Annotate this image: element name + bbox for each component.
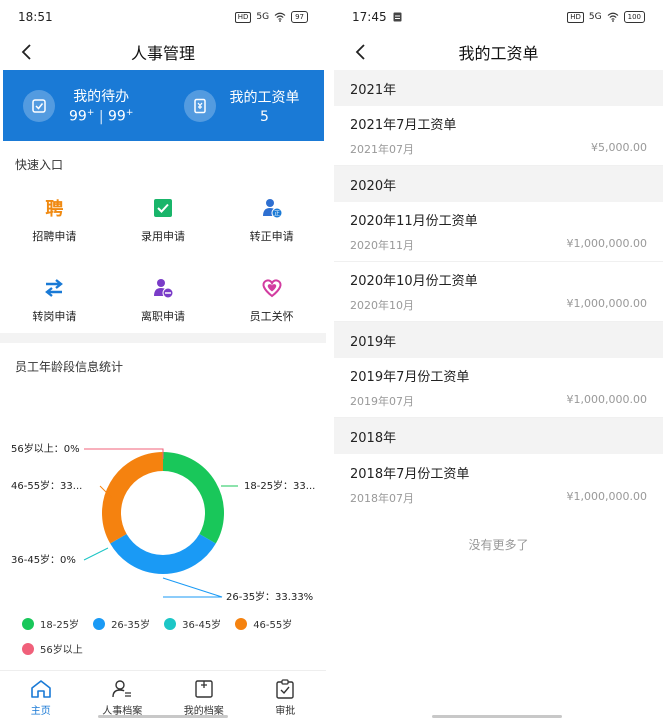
- page-title: 人事管理: [130, 44, 195, 63]
- chevron-left-icon: [21, 44, 31, 60]
- signal-icon: 5G: [256, 12, 270, 22]
- my-payslip-button[interactable]: 我的工资单 5: [164, 87, 325, 125]
- wifi-icon: [607, 12, 618, 22]
- legend-label: 26-35岁: [111, 620, 151, 631]
- legend-label: 56岁以上: [40, 645, 83, 656]
- home-indicator: [432, 715, 562, 718]
- age-donut-chart: 18-25岁：33... 26-35岁：33.33% 36-45岁：0% 46-55岁…: [11, 442, 315, 603]
- summary-banner: 我的待办 99+ | 99+ 我的工资单 5: [3, 70, 324, 141]
- transfer-arrows-icon: [42, 276, 66, 300]
- signal-icon: 5G: [588, 12, 602, 22]
- year-header: 2020年: [334, 166, 663, 202]
- slice-data-label: 36-45岁：0%: [11, 553, 76, 566]
- payslip-item[interactable]: 2020年10月份工资单 2020年10月 ¥1,000,000.00: [334, 262, 663, 322]
- my-file-icon: [195, 679, 213, 698]
- legend-swatch: [22, 642, 34, 655]
- approval-icon: [276, 678, 294, 699]
- donut-slice-4: [102, 452, 164, 544]
- back-button[interactable]: [14, 40, 38, 64]
- legend-item[interactable]: 18-25岁: [22, 616, 79, 631]
- battery-icon: 97: [291, 11, 308, 23]
- legend-swatch: [93, 617, 106, 630]
- slice-data-label: 26-35岁：33.33%: [226, 590, 313, 603]
- payslip-count: 5: [260, 108, 269, 125]
- regularize-user-icon: 正: [260, 196, 284, 220]
- home-icon: [30, 679, 51, 698]
- regularize-apply-button[interactable]: 正 转正申请: [217, 196, 326, 244]
- year-header: 2019年: [334, 322, 663, 358]
- tab-home[interactable]: 主页: [0, 671, 82, 724]
- status-time: 17:45: [352, 10, 387, 24]
- payslip-list: 2021年 2021年7月工资单 2021年07月 ¥5,000.00 2020年…: [334, 70, 663, 514]
- payslip-item[interactable]: 2021年7月工资单 2021年07月 ¥5,000.00: [334, 106, 663, 166]
- transfer-apply-button[interactable]: 转岗申请: [0, 276, 109, 324]
- employee-care-button[interactable]: 员工关怀: [217, 276, 326, 324]
- legend-label: 18-25岁: [40, 620, 80, 631]
- chevron-left-icon: [355, 44, 365, 60]
- hr-management-screen: 18:51 HD 5G 97 人事管理 我的待办 99+ | 99+ 我的工资单…: [0, 0, 326, 724]
- label-leader-line: [83, 547, 109, 561]
- notification-icon: [393, 12, 402, 22]
- hd-icon: HD: [234, 11, 252, 23]
- section-divider: [0, 333, 326, 343]
- legend-label: 36-45岁: [182, 620, 222, 631]
- heart-care-icon: [260, 276, 284, 300]
- todo-count: 99+ | 99+: [69, 108, 134, 125]
- back-button[interactable]: [348, 40, 372, 64]
- recruit-icon: 聘: [45, 199, 64, 220]
- quick-entry-grid: 聘 招聘申请 录用申请 正 转正申请 转岗申请 离职申请 员工关怀: [0, 196, 326, 324]
- resign-apply-button[interactable]: 离职申请: [109, 276, 218, 324]
- battery-icon: 100: [623, 11, 645, 23]
- legend-swatch: [22, 617, 34, 630]
- age-stats-title: 员工年龄段信息统计: [15, 360, 124, 374]
- quick-entry-title: 快速入口: [15, 158, 64, 172]
- slice-data-label: 46-55岁：33...: [11, 479, 82, 492]
- home-indicator: [98, 715, 228, 718]
- todo-icon: [23, 89, 55, 122]
- status-bar: 17:45 HD 5G 100: [334, 0, 663, 34]
- hire-apply-button[interactable]: 录用申请: [109, 196, 218, 244]
- chart-legend: 18-25岁 26-35岁 36-45岁 46-55岁 56岁以上: [22, 616, 322, 656]
- resign-user-icon: [151, 276, 175, 300]
- payslip-icon: [183, 89, 216, 122]
- year-header: 2021年: [334, 70, 663, 106]
- tab-approval[interactable]: 审批: [245, 671, 327, 724]
- no-more-text: 没有更多了: [468, 538, 529, 552]
- legend-item[interactable]: 56岁以上: [22, 641, 83, 656]
- hire-check-icon: [151, 196, 175, 220]
- year-header: 2018年: [334, 418, 663, 454]
- nav-bar: 我的工资单: [334, 34, 663, 70]
- label-leader-line: [162, 577, 223, 598]
- payslip-screen: 17:45 HD 5G 100 我的工资单 2021年 2021年7月工资单 2…: [334, 0, 663, 724]
- payslip-item[interactable]: 2019年7月份工资单 2019年07月 ¥1,000,000.00: [334, 358, 663, 418]
- slice-data-label: 56岁以上：0%: [11, 442, 80, 455]
- nav-bar: 人事管理: [0, 34, 326, 70]
- status-bar: 18:51 HD 5G 97: [0, 0, 326, 34]
- recruit-apply-button[interactable]: 聘 招聘申请: [0, 196, 109, 244]
- legend-item[interactable]: 26-35岁: [93, 616, 150, 631]
- my-todo-button[interactable]: 我的待办 99+ | 99+: [3, 86, 164, 125]
- donut-slice-1: [162, 452, 224, 544]
- todo-label: 我的待办: [73, 89, 130, 106]
- payslip-item[interactable]: 2018年7月份工资单 2018年07月 ¥1,000,000.00: [334, 454, 663, 514]
- personnel-file-icon: [112, 679, 132, 697]
- legend-label: 46-55岁: [253, 620, 293, 631]
- slice-data-label: 18-25岁：33...: [244, 479, 315, 492]
- legend-swatch: [164, 617, 177, 630]
- legend-swatch: [235, 617, 248, 630]
- wifi-icon: [274, 12, 286, 22]
- payslip-label: 我的工资单: [229, 89, 300, 106]
- payslip-item[interactable]: 2020年11月份工资单 2020年11月 ¥1,000,000.00: [334, 202, 663, 262]
- legend-item[interactable]: 36-45岁: [164, 616, 221, 631]
- svg-text:正: 正: [274, 211, 280, 218]
- page-title: 我的工资单: [458, 44, 539, 63]
- legend-item[interactable]: 46-55岁: [235, 616, 292, 631]
- donut-slice-2: [110, 533, 216, 574]
- hd-icon: HD: [567, 11, 584, 23]
- status-time: 18:51: [18, 10, 53, 24]
